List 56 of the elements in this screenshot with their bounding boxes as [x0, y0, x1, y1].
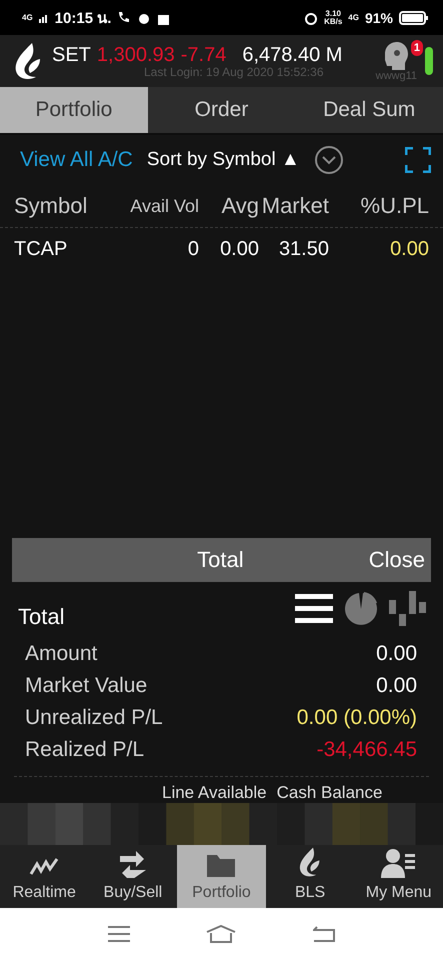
index-value: 1,300.93 [96, 44, 175, 66]
sort-button[interactable]: Sort by Symbol ▲ [146, 149, 300, 171]
column-header: Market [260, 193, 329, 219]
tab[interactable]: Portfolio [0, 87, 148, 133]
summary-value: 0.00 [376, 674, 417, 698]
summary-label: Unrealized P/L [25, 706, 163, 730]
column-header: Avg [220, 193, 259, 219]
column-header: %U.PL [360, 193, 429, 219]
nav-tab[interactable]: Portfolio [177, 845, 266, 908]
table-cell-text: TCAP [14, 238, 68, 260]
nav-tab[interactable]: BLS [266, 845, 354, 908]
index-name: SET [52, 44, 91, 66]
phone-icon [117, 10, 132, 24]
table-cell-text: 0.00 [389, 238, 429, 260]
summary-title: Total [18, 604, 66, 631]
summary-value: 0.00 [376, 642, 417, 666]
battery-percent: 91% [364, 10, 393, 26]
status-indicator-icon [425, 47, 433, 75]
nav-tab[interactable]: Buy/Sell [88, 845, 178, 908]
dropdown-icon[interactable] [314, 145, 344, 175]
summary-label: Market Value [25, 674, 148, 698]
notification-badge: 1 [410, 40, 423, 56]
battery-icon [399, 10, 429, 24]
menu-icon[interactable] [108, 926, 130, 942]
table-cell-text: 0 [186, 238, 199, 260]
summary-label: Realized P/L [25, 738, 144, 762]
table-cell-text: 31.50 [278, 238, 329, 260]
swap-arrows-icon [118, 850, 148, 878]
back-icon[interactable] [312, 926, 335, 942]
list-icon[interactable] [295, 592, 333, 626]
close-button[interactable]: Close [368, 547, 425, 573]
index-change: -7.74 [180, 44, 226, 66]
folder-icon [206, 852, 236, 878]
fullscreen-icon[interactable] [405, 147, 431, 173]
user-menu-icon [380, 848, 417, 878]
summary-label: Amount [25, 642, 98, 666]
trade-volume: 6,478.40 M [242, 44, 342, 66]
clock-time: 10:15 น. [54, 8, 112, 28]
network-label: 4G [348, 14, 359, 22]
account-label: Cash Balance [276, 783, 382, 803]
signal-icon [38, 12, 49, 22]
column-header: Avail Vol [129, 196, 199, 216]
summary-value: 0.00 (0.00%) [296, 706, 417, 730]
nav-tab[interactable]: Realtime [0, 845, 89, 908]
column-header: Symbol [14, 193, 88, 219]
speed-label: 3.10 KB/s [324, 10, 342, 26]
view-all-link[interactable]: View All A/C [20, 148, 133, 172]
bar-chart-icon[interactable] [389, 590, 427, 628]
home-icon[interactable] [206, 925, 236, 943]
summary-value: -34,466.45 [316, 738, 417, 762]
total-title: Total [196, 547, 245, 573]
network-label: 4G [22, 14, 33, 22]
pie-chart-icon[interactable] [343, 591, 379, 627]
account-label: Line Available [162, 783, 267, 803]
nav-tab[interactable]: My Menu [354, 845, 443, 908]
table-cell-text: 0.00 [219, 238, 259, 260]
